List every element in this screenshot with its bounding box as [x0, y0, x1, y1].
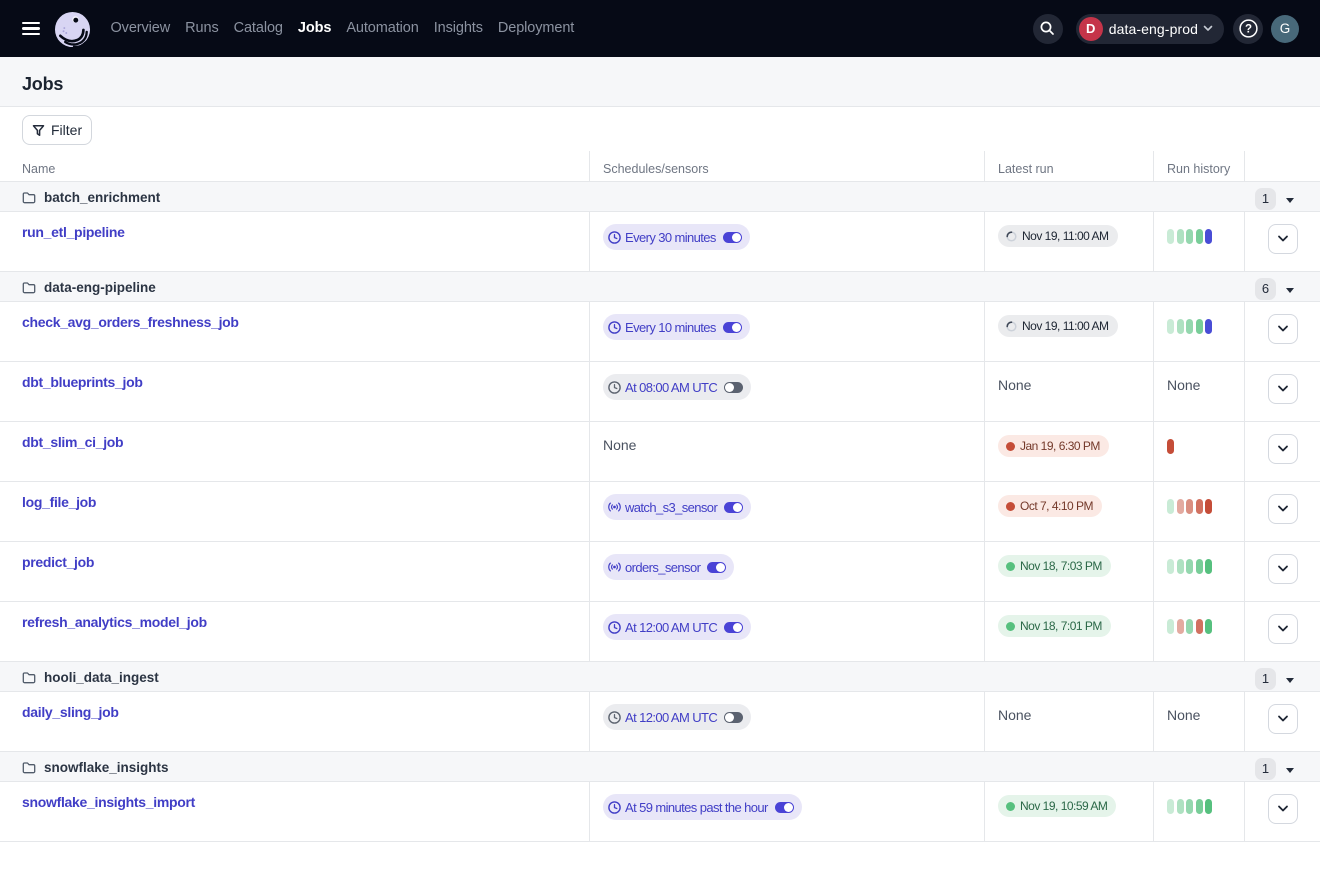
svg-text:?: ? — [1244, 24, 1251, 36]
